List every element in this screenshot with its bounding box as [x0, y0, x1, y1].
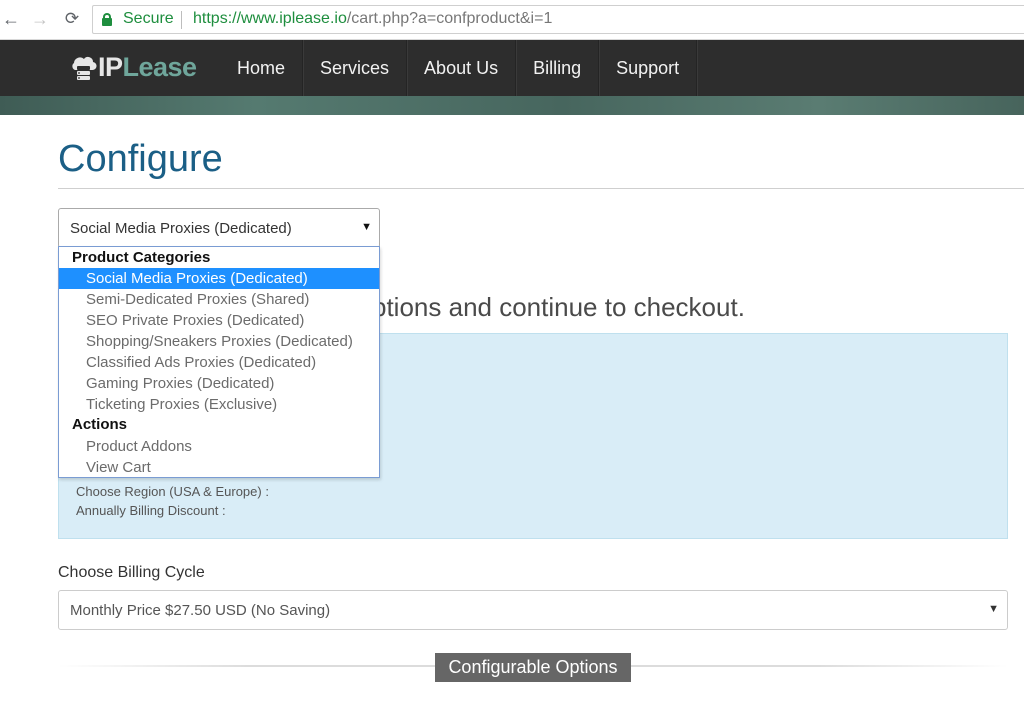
nav-home[interactable]: Home — [220, 40, 304, 96]
product-category-dropdown: Product Categories Social Media Proxies … — [58, 246, 380, 478]
reload-icon[interactable]: ⟳ — [61, 8, 83, 30]
dropdown-option[interactable]: Gaming Proxies (Dedicated) — [59, 373, 379, 394]
site-logo[interactable]: IPLease — [68, 50, 213, 86]
address-bar[interactable]: Secure https://www.iplease.io/cart.php?a… — [92, 5, 1024, 34]
browser-toolbar: ← → ⟳ Secure https://www.iplease.io/cart… — [0, 0, 1024, 40]
dropdown-option[interactable]: Social Media Proxies (Dedicated) — [59, 268, 379, 289]
billing-cycle-value: Monthly Price $27.50 USD (No Saving) — [70, 602, 331, 619]
site-header: IPLease Home Services About Us Billing S… — [0, 40, 1024, 96]
nav-about-us[interactable]: About Us — [407, 40, 517, 96]
billing-cycle-label: Choose Billing Cycle — [58, 564, 205, 581]
dropdown-option[interactable]: View Cart — [59, 457, 379, 478]
nav-support[interactable]: Support — [599, 40, 698, 96]
caret-down-icon: ▼ — [988, 603, 999, 615]
lock-icon — [102, 13, 112, 26]
nav-billing[interactable]: Billing — [516, 40, 600, 96]
server-cloud-icon — [72, 57, 97, 80]
info-line: Annually Billing Discount : — [76, 503, 226, 518]
dropdown-option[interactable]: Shopping/Sneakers Proxies (Dedicated) — [59, 331, 379, 352]
dropdown-option[interactable]: Semi-Dedicated Proxies (Shared) — [59, 289, 379, 310]
back-arrow-icon[interactable]: ← — [0, 8, 22, 30]
caret-down-icon: ▼ — [361, 221, 372, 233]
url-host: https://www.iplease.io — [193, 10, 347, 27]
dropdown-option[interactable]: SEO Private Proxies (Dedicated) — [59, 310, 379, 331]
dropdown-group-label: Actions — [72, 416, 128, 433]
secure-label: Secure — [123, 10, 174, 27]
product-category-value: Social Media Proxies (Dedicated) — [70, 220, 292, 237]
forward-arrow-icon[interactable]: → — [29, 8, 51, 30]
url-divider — [181, 11, 182, 29]
configurable-options-heading: Configurable Options — [435, 653, 631, 682]
url-path: /cart.php?a=confproduct&i=1 — [346, 10, 553, 27]
title-divider — [58, 188, 1024, 189]
info-line: Choose Region (USA & Europe) : — [76, 484, 269, 499]
product-category-select[interactable]: Social Media Proxies (Dedicated) ▼ — [58, 208, 380, 248]
nav-services[interactable]: Services — [303, 40, 408, 96]
dropdown-option[interactable]: Classified Ads Proxies (Dedicated) — [59, 352, 379, 373]
dropdown-option[interactable]: Ticketing Proxies (Exclusive) — [59, 394, 379, 415]
configure-headline: ptions and continue to checkout. — [372, 292, 745, 322]
page-title: Configure — [58, 138, 223, 180]
logo-wordmark: IPLease — [98, 52, 197, 82]
dropdown-option[interactable]: Product Addons — [59, 436, 379, 457]
url-text[interactable]: https://www.iplease.io/cart.php?a=confpr… — [193, 10, 552, 28]
hero-banner-strip — [0, 96, 1024, 115]
main-menu: Home Services About Us Billing Support — [220, 40, 698, 96]
dropdown-group-label: Product Categories — [72, 249, 211, 266]
billing-cycle-select[interactable]: Monthly Price $27.50 USD (No Saving) ▼ — [58, 590, 1008, 630]
